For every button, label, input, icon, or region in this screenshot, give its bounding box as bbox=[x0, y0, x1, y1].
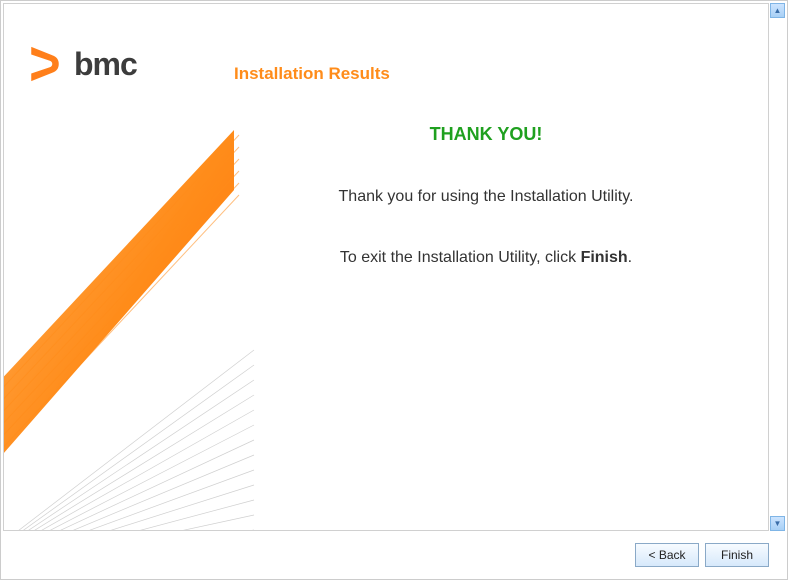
button-bar: < Back Finish bbox=[635, 543, 769, 567]
exit-bold: Finish bbox=[581, 249, 628, 266]
installer-panel: bmc bbox=[3, 3, 769, 531]
page-title: Installation Results bbox=[234, 64, 738, 84]
vertical-scrollbar[interactable]: ▲ ▼ bbox=[770, 3, 785, 531]
exit-suffix: . bbox=[628, 249, 632, 266]
brand-text: bmc bbox=[74, 46, 137, 83]
bmc-logo-icon bbox=[28, 44, 68, 84]
brand-logo: bmc bbox=[28, 44, 137, 84]
finish-button[interactable]: Finish bbox=[705, 543, 769, 567]
thank-you-heading: THANK YOU! bbox=[234, 124, 738, 145]
scroll-down-button[interactable]: ▼ bbox=[770, 516, 785, 531]
content-area: Installation Results THANK YOU! Thank yo… bbox=[204, 4, 768, 530]
back-button[interactable]: < Back bbox=[635, 543, 699, 567]
scroll-up-button[interactable]: ▲ bbox=[770, 3, 785, 18]
exit-instruction: To exit the Installation Utility, click … bbox=[234, 249, 738, 267]
exit-prefix: To exit the Installation Utility, click bbox=[340, 249, 581, 266]
sidebar: bmc bbox=[4, 4, 204, 530]
body-text-1: Thank you for using the Installation Uti… bbox=[234, 185, 738, 209]
